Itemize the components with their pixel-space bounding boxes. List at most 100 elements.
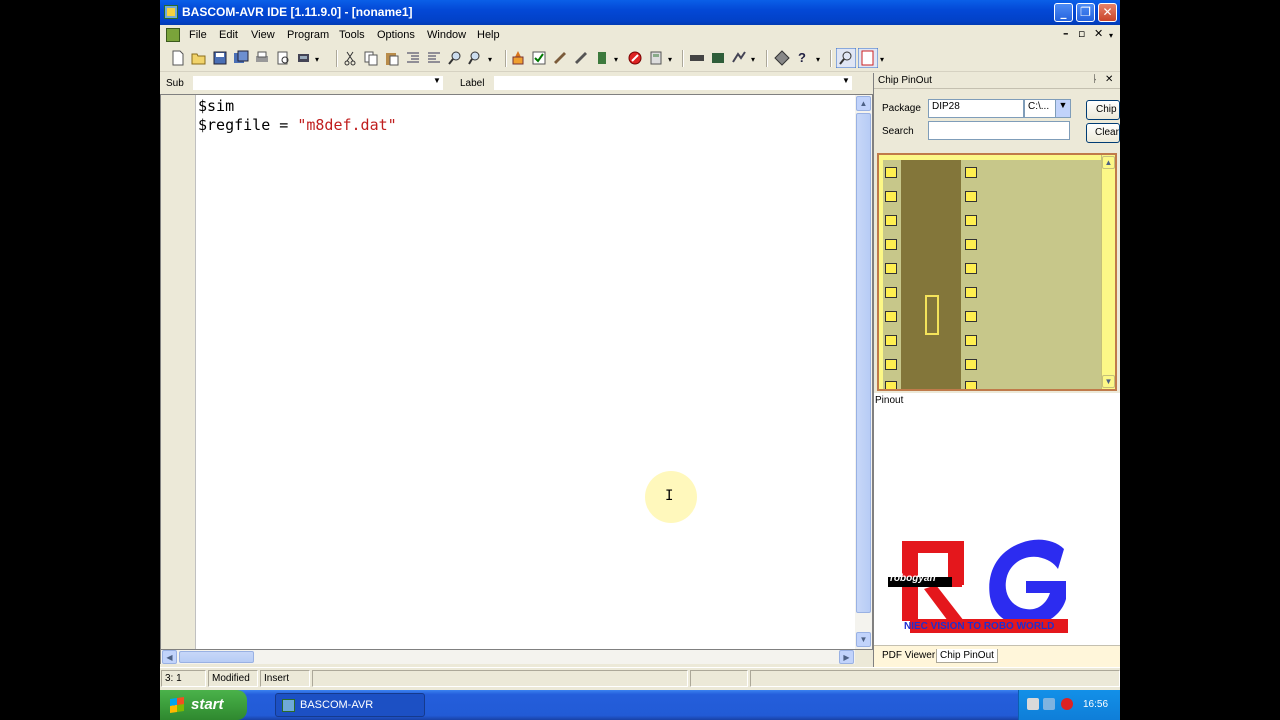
terminal-icon[interactable] [689, 50, 705, 66]
scroll-left-icon[interactable]: ◀ [162, 650, 177, 664]
mdi-minimize-icon[interactable]: – [1063, 27, 1069, 40]
close-button[interactable]: ✕ [1098, 3, 1117, 22]
pin-icon[interactable] [885, 215, 897, 226]
pin-icon[interactable] [885, 381, 897, 389]
compile-icon[interactable] [510, 50, 526, 66]
scroll-right-icon[interactable]: ▶ [839, 650, 854, 664]
pin-icon[interactable]: ᚿ [1092, 74, 1098, 85]
save-all-icon[interactable] [233, 50, 249, 66]
program-chip-icon[interactable] [296, 50, 312, 66]
minimize-button[interactable]: _ [1054, 3, 1073, 22]
vertical-scroll-thumb[interactable] [856, 113, 871, 613]
cut-icon[interactable] [342, 50, 358, 66]
menu-window[interactable]: Window [427, 29, 466, 41]
pin-icon[interactable] [965, 311, 977, 322]
pin-icon[interactable] [885, 335, 897, 346]
stop-icon[interactable] [627, 50, 643, 66]
label-dropdown-icon[interactable]: ▼ [842, 76, 850, 85]
pin-icon[interactable] [885, 359, 897, 370]
find-next-icon[interactable] [468, 50, 484, 66]
pdf-icon[interactable] [858, 48, 878, 68]
pin-icon[interactable] [885, 311, 897, 322]
label-combo[interactable] [493, 75, 853, 91]
pin-icon[interactable] [885, 239, 897, 250]
clear-button[interactable]: Clear [1086, 123, 1120, 143]
lcd-designer-icon[interactable] [710, 50, 726, 66]
tray-app-icon[interactable] [1043, 698, 1055, 710]
line-gutter[interactable] [161, 95, 196, 649]
indent-icon[interactable] [405, 50, 421, 66]
package-select[interactable]: DIP28 [928, 99, 1024, 118]
search-input[interactable] [928, 121, 1070, 140]
chip-scroll-down-icon[interactable]: ▼ [1102, 375, 1115, 388]
simulate-icon[interactable] [573, 50, 589, 66]
package-dropdown-icon[interactable]: ▼ [1055, 99, 1071, 118]
regfile-string[interactable]: "m8def.dat" [297, 116, 396, 134]
dropdown-arrow-icon[interactable]: ▾ [880, 55, 896, 71]
menu-edit[interactable]: Edit [219, 29, 238, 41]
unindent-icon[interactable] [426, 50, 442, 66]
print-icon[interactable] [254, 50, 270, 66]
code-editor[interactable]: $sim $regfile = "m8def.dat" ▲ ▼ I [160, 94, 873, 650]
package-value[interactable]: DIP28 [932, 101, 960, 112]
mdi-close-icon[interactable]: ✕ [1094, 27, 1103, 40]
print-preview-icon[interactable] [275, 50, 291, 66]
chip-scroll-up-icon[interactable]: ▲ [1102, 156, 1115, 169]
help-icon[interactable]: ? [798, 50, 814, 66]
program-icon[interactable] [552, 50, 568, 66]
scroll-down-icon[interactable]: ▼ [856, 632, 871, 647]
menu-program[interactable]: Program [287, 29, 329, 41]
tab-chip-pinout[interactable]: Chip PinOut [936, 649, 998, 663]
save-icon[interactable] [212, 50, 228, 66]
path-value[interactable]: C:\... [1028, 101, 1049, 112]
find-icon[interactable] [447, 50, 463, 66]
horizontal-scrollbar[interactable]: ◀ ▶ [160, 650, 855, 664]
maximize-button[interactable]: ❐ [1076, 3, 1095, 22]
network-icon[interactable] [1027, 698, 1039, 710]
menu-options[interactable]: Options [377, 29, 415, 41]
pin-icon[interactable] [965, 239, 977, 250]
pin-icon[interactable] [965, 359, 977, 370]
start-button[interactable]: start [160, 690, 247, 720]
pin-icon[interactable] [965, 215, 977, 226]
code-line-1[interactable]: $sim [198, 97, 234, 115]
pin-icon[interactable] [965, 335, 977, 346]
programmer-icon[interactable] [731, 50, 747, 66]
sub-combo[interactable] [192, 75, 444, 91]
panel-close-icon[interactable]: ✕ [1105, 74, 1113, 85]
mdi-menu-arrow-icon[interactable]: ▾ [1109, 31, 1113, 40]
pin-icon[interactable] [885, 167, 897, 178]
scroll-up-icon[interactable]: ▲ [856, 96, 871, 111]
pin-icon[interactable] [965, 167, 977, 178]
menu-tools[interactable]: Tools [339, 29, 365, 41]
chip-pinout-view[interactable]: ▲ ▼ [877, 153, 1117, 391]
paste-icon[interactable] [384, 50, 400, 66]
security-alert-icon[interactable] [1061, 698, 1073, 710]
dropdown-arrow-icon[interactable]: ▾ [315, 55, 331, 71]
mdi-restore-icon[interactable]: ▫ [1078, 27, 1085, 40]
web-update-icon[interactable] [774, 50, 790, 66]
syntax-check-icon[interactable] [531, 50, 547, 66]
horizontal-scroll-thumb[interactable] [179, 651, 254, 663]
tab-pdf-viewer[interactable]: PDF Viewer [879, 649, 938, 662]
pin-icon[interactable] [965, 191, 977, 202]
pin-icon[interactable] [885, 287, 897, 298]
sub-dropdown-icon[interactable]: ▼ [433, 76, 441, 85]
menu-help[interactable]: Help [477, 29, 500, 41]
dropdown-arrow-icon[interactable]: ▾ [751, 55, 767, 71]
chip-icon[interactable] [594, 50, 610, 66]
calculator-icon[interactable] [648, 50, 664, 66]
pin-icon[interactable] [885, 263, 897, 274]
menu-file[interactable]: File [189, 29, 207, 41]
vertical-scrollbar[interactable]: ▲ ▼ [855, 95, 872, 649]
app-icon[interactable] [164, 5, 178, 19]
new-file-icon[interactable] [170, 50, 186, 66]
path-select[interactable]: C:\... [1024, 99, 1056, 118]
code-text[interactable]: $sim $regfile = "m8def.dat" [198, 97, 397, 135]
menu-view[interactable]: View [251, 29, 275, 41]
code-line-2[interactable]: $regfile = "m8def.dat" [198, 116, 397, 134]
open-folder-icon[interactable] [191, 50, 207, 66]
pin-icon[interactable] [965, 287, 977, 298]
chip-scrollbar[interactable]: ▲ ▼ [1101, 155, 1115, 389]
document-icon[interactable] [166, 28, 180, 42]
